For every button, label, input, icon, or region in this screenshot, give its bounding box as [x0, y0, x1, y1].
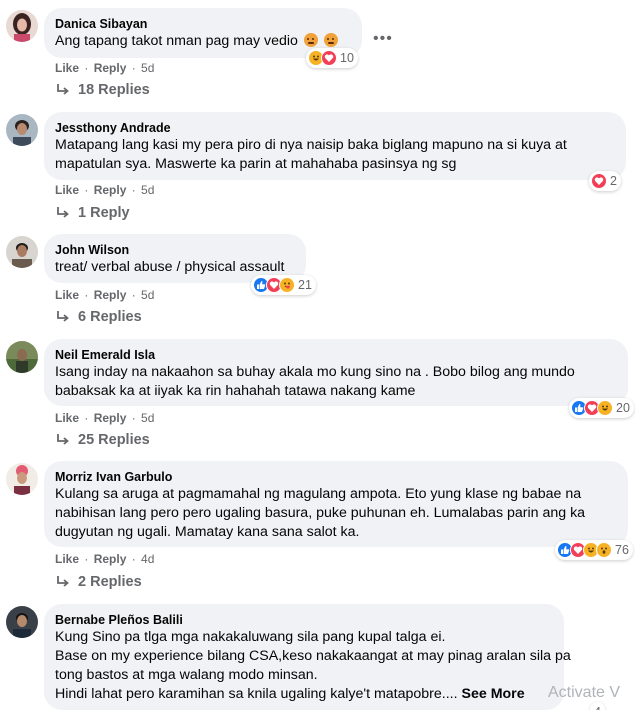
- reaction-summary[interactable]: 4: [590, 702, 605, 710]
- comment-line: Ang tapang takot nman pag may vedio: [55, 33, 298, 49]
- view-replies-link[interactable]: 25 Replies: [56, 432, 150, 448]
- see-more-link[interactable]: See More: [462, 686, 525, 702]
- view-replies-link[interactable]: 1 Reply: [56, 205, 130, 221]
- view-replies-link[interactable]: 18 Replies: [56, 82, 150, 98]
- comment-bubble: Jessthony Andrade Matapang lang kasi my …: [44, 112, 626, 180]
- reply-link[interactable]: Reply: [94, 552, 127, 566]
- replies-count: 6 Replies: [78, 309, 142, 325]
- avatar[interactable]: [6, 236, 38, 268]
- comment-author[interactable]: Danica Sibayan: [55, 16, 350, 32]
- reply-link[interactable]: Reply: [94, 61, 127, 75]
- like-link[interactable]: Like: [55, 288, 79, 302]
- reply-arrow-icon: [57, 434, 69, 445]
- haha-reaction-icon: [597, 400, 613, 416]
- reaction-count: 10: [340, 51, 354, 65]
- comment-actions: Like · Reply · 5d: [55, 61, 155, 75]
- comment-bubble: Bernabe Pleños Balili Kung Sino pa tlga …: [44, 604, 571, 710]
- comment-line: Matapang lang kasi my pera piro di nya n…: [55, 137, 567, 153]
- comment-text: Kung Sino pa tlga mga nakakaluwang sila …: [55, 628, 571, 704]
- comment-author[interactable]: Bernabe Pleños Balili: [55, 612, 552, 628]
- comment-line: treat/ verbal abuse / physical assault: [55, 259, 285, 275]
- reply-arrow-icon: [57, 576, 69, 587]
- comment-line: babaksak ka at iiyak ka rin hahahah tata…: [55, 383, 416, 399]
- comment-line: Hindi lahat pero karamihan sa knila ugal…: [55, 685, 552, 704]
- comment-text: Matapang lang kasi my pera piro di nya n…: [55, 136, 614, 174]
- care-reaction-icon: [279, 277, 295, 293]
- comment-time[interactable]: 5d: [141, 61, 154, 75]
- reaction-count: 4: [594, 705, 601, 710]
- comment-bubble: Morriz Ivan Garbulo Kulang sa aruga at p…: [44, 461, 628, 547]
- avatar[interactable]: [6, 463, 38, 495]
- reaction-summary[interactable]: 10: [306, 48, 358, 68]
- comment-line: mapatulan sya. Maswerte ka parin at maha…: [55, 156, 457, 172]
- comment-line: Kung Sino pa tlga mga nakakaluwang sila …: [55, 629, 446, 645]
- comment-actions: Like · Reply · 4d: [55, 552, 155, 566]
- like-link[interactable]: Like: [55, 411, 79, 425]
- reply-arrow-icon: [57, 311, 69, 322]
- like-link[interactable]: Like: [55, 61, 79, 75]
- view-replies-link[interactable]: 6 Replies: [56, 309, 142, 325]
- reaction-summary[interactable]: 21: [251, 275, 316, 295]
- reply-arrow-icon: [57, 84, 69, 95]
- reaction-summary[interactable]: 2: [589, 171, 621, 191]
- replies-count: 25 Replies: [78, 432, 150, 448]
- reply-link[interactable]: Reply: [94, 411, 127, 425]
- comment-line: nabihisan lang pero pero ugaling basura,…: [55, 505, 586, 521]
- comment-author[interactable]: Neil Emerald Isla: [55, 347, 616, 363]
- comment-line-text: Hindi lahat pero karamihan sa knila ugal…: [55, 686, 458, 702]
- replies-count: 2 Replies: [78, 574, 142, 590]
- comment-text: Ang tapang takot nman pag may vedio: [55, 32, 350, 51]
- comment-line: Isang inday na nakaahon sa buhay akala m…: [55, 364, 575, 380]
- avatar[interactable]: [6, 341, 38, 373]
- avatar[interactable]: [6, 114, 38, 146]
- comment-actions: Like · Reply · 5d: [55, 288, 155, 302]
- avatar[interactable]: [6, 10, 38, 42]
- reply-arrow-icon: [57, 207, 69, 218]
- more-options-icon[interactable]: •••: [373, 30, 393, 48]
- comment-actions: Like · Reply · 5d: [55, 183, 155, 197]
- avatar[interactable]: [6, 606, 38, 638]
- reaction-count: 21: [298, 278, 312, 292]
- comment-time[interactable]: 5d: [141, 411, 154, 425]
- reaction-count: 2: [610, 174, 617, 188]
- reply-link[interactable]: Reply: [94, 183, 127, 197]
- comment-line: Base on my experience bilang CSA,keso na…: [55, 648, 571, 664]
- view-replies-link[interactable]: 2 Replies: [56, 574, 142, 590]
- comment-bubble: Neil Emerald Isla Isang inday na nakaaho…: [44, 339, 628, 406]
- comment-actions: Like · Reply · 5d: [55, 411, 155, 425]
- love-reaction-icon: [321, 50, 337, 66]
- comment-line: dugyutan ng ugali. Mamatay kana sana sal…: [55, 524, 360, 540]
- reaction-summary[interactable]: 76: [555, 540, 633, 560]
- reaction-count: 20: [616, 401, 630, 415]
- comment-text: Kulang sa aruga at pagmamahal ng magulan…: [55, 485, 616, 542]
- comment-author[interactable]: John Wilson: [55, 242, 294, 258]
- comment-author[interactable]: Morriz Ivan Garbulo: [55, 469, 616, 485]
- comment-line: Kulang sa aruga at pagmamahal ng magulan…: [55, 486, 582, 502]
- angry-emoji-icon: [323, 33, 338, 47]
- comment-time[interactable]: 4d: [141, 552, 154, 566]
- comment-time[interactable]: 5d: [141, 183, 154, 197]
- reply-link[interactable]: Reply: [94, 288, 127, 302]
- like-link[interactable]: Like: [55, 552, 79, 566]
- reaction-count: 76: [615, 543, 629, 557]
- wow-reaction-icon: [596, 542, 612, 558]
- like-link[interactable]: Like: [55, 183, 79, 197]
- comment-time[interactable]: 5d: [141, 288, 154, 302]
- comment-author[interactable]: Jessthony Andrade: [55, 120, 614, 136]
- comment-text: Isang inday na nakaahon sa buhay akala m…: [55, 363, 616, 401]
- reaction-summary[interactable]: 20: [569, 398, 634, 418]
- replies-count: 1 Reply: [78, 205, 130, 221]
- angry-emoji-icon: [303, 33, 318, 47]
- replies-count: 18 Replies: [78, 82, 150, 98]
- activate-windows-watermark: Activate V: [548, 684, 621, 701]
- comment-line: tong bastos at mga walang modo minsan.: [55, 667, 318, 683]
- comment-text: treat/ verbal abuse / physical assault: [55, 258, 294, 277]
- love-reaction-icon: [591, 173, 607, 189]
